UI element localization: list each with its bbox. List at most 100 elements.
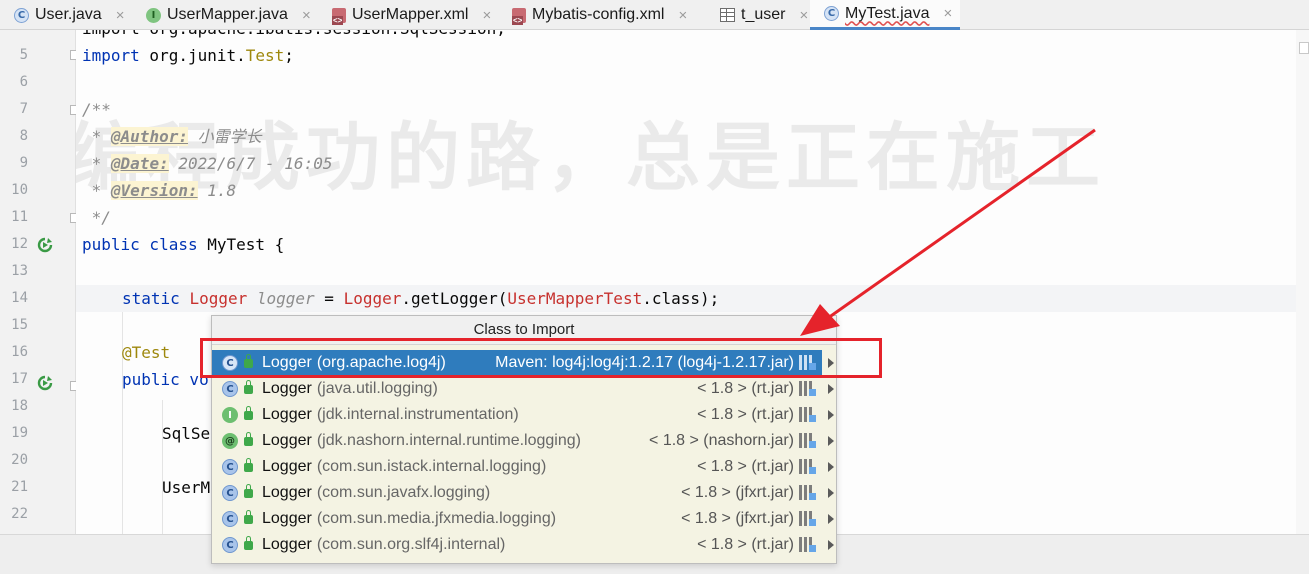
interface-icon: I [146,7,161,23]
class-name: Logger [262,432,312,449]
line-number: 11 [11,209,28,225]
tab-label: UserMapper.java [167,6,288,23]
library-location: < 1.8 > (rt.jar) [697,458,794,475]
class-name: Logger [262,406,312,423]
package-name: (jdk.nashorn.internal.runtime.logging) [316,432,581,449]
code-line: /** [82,100,111,119]
tab-mybatis-config-xml[interactable]: Mybatis-config.xml × [498,0,706,30]
line-number: 21 [11,479,28,495]
class-name: Logger [262,380,312,397]
import-option[interactable]: C Logger (com.sun.istack.internal.loggin… [212,454,822,480]
code-line: import org.junit.Test; [82,46,294,65]
chevron-right-icon[interactable] [828,462,834,472]
import-option[interactable]: I Logger (jdk.internal.instrumentation) … [212,402,822,428]
line-number: 20 [11,452,28,468]
line-number: 5 [19,47,28,63]
tab-label: Mybatis-config.xml [532,6,665,23]
line-number: 14 [11,290,28,306]
line-number: 6 [19,74,28,90]
package-name: (com.sun.org.slf4j.internal) [316,536,506,553]
run-test-icon[interactable] [37,375,53,391]
import-option[interactable]: C Logger (com.sun.org.slf4j.internal) < … [212,532,822,558]
tab-mytest-java[interactable]: C MyTest.java × [810,0,960,30]
lock-icon [244,431,253,446]
class-icon: C [222,381,238,397]
chevron-right-icon[interactable] [828,488,834,498]
library-icon [799,459,816,474]
line-number: 10 [11,182,28,198]
class-icon: C [222,511,238,527]
lock-icon [244,483,253,498]
close-icon[interactable]: × [302,7,311,24]
line-number: 19 [11,425,28,441]
editor-tab-bar: C User.java × I UserMapper.java × UserMa… [0,0,1309,30]
line-number: 7 [19,101,28,117]
library-location: < 1.8 > (jfxrt.jar) [681,484,794,501]
close-icon[interactable]: × [482,7,491,24]
tab-user-java[interactable]: C User.java × [0,0,132,30]
line-number: 18 [11,398,28,414]
line-number: 9 [19,155,28,171]
lock-icon [244,509,253,524]
run-test-icon[interactable] [37,237,53,253]
import-option[interactable]: C Logger (com.sun.media.jfxmedia.logging… [212,506,822,532]
code-line-current: static Logger logger = Logger.getLogger(… [76,285,1296,312]
library-icon [799,511,816,526]
line-number: 8 [19,128,28,144]
class-icon: C [222,537,238,553]
xml-file-icon [512,7,526,25]
chevron-right-icon[interactable] [828,436,834,446]
tab-label: UserMapper.xml [352,6,469,23]
table-icon [720,8,735,22]
chevron-right-icon[interactable] [828,410,834,420]
tab-usermapper-java[interactable]: I UserMapper.java × [132,0,318,30]
package-name: (java.util.logging) [316,380,438,397]
close-icon[interactable]: × [678,7,687,24]
annotation-icon: @ [222,433,238,449]
tab-label: t_user [741,6,786,23]
close-icon[interactable]: × [799,7,808,24]
package-name: (com.sun.media.jfxmedia.logging) [316,510,557,527]
import-option[interactable]: C Logger (com.sun.javafx.logging) < 1.8 … [212,480,822,506]
import-option[interactable]: @ Logger (jdk.nashorn.internal.runtime.l… [212,428,822,454]
chevron-right-icon[interactable] [828,540,834,550]
lock-icon [244,379,253,394]
class-icon: C [222,485,238,501]
code-line: * @Author: 小雷学长 [82,127,262,146]
line-number: 16 [11,344,28,360]
line-number: 12 [11,236,28,252]
class-name: Logger [262,510,312,527]
package-name: (jdk.internal.instrumentation) [316,406,519,423]
class-name: Logger [262,458,312,475]
close-icon[interactable]: × [943,5,952,22]
class-icon: C [222,459,238,475]
lock-icon [244,457,253,472]
tab-label: MyTest.java [845,4,930,22]
code-line: public class MyTest { [82,235,285,254]
library-location: < 1.8 > (nashorn.jar) [649,432,794,449]
library-location: < 1.8 > (rt.jar) [697,536,794,553]
library-icon [799,537,816,552]
chevron-right-icon[interactable] [828,514,834,524]
library-icon [799,381,816,396]
highlight-box-annotation [200,338,882,378]
class-name: Logger [262,536,312,553]
package-name: (com.sun.javafx.logging) [316,484,491,501]
tab-t-user[interactable]: t_user × [706,0,810,30]
lock-icon [244,535,253,550]
code-line: * @Date: 2022/6/7 - 16:05 [82,154,333,173]
xml-file-icon [332,7,346,25]
import-option[interactable]: C Logger (java.util.logging) < 1.8 > (rt… [212,376,822,402]
library-icon [799,433,816,448]
line-number: 13 [11,263,28,279]
chevron-right-icon[interactable] [828,384,834,394]
line-number: 15 [11,317,28,333]
tab-usermapper-xml[interactable]: UserMapper.xml × [318,0,498,30]
class-name: Logger [262,484,312,501]
editor-scrollbar-marker[interactable] [1299,42,1309,54]
library-location: < 1.8 > (jfxrt.jar) [681,510,794,527]
close-icon[interactable]: × [116,7,125,24]
editor-gutter: 5 6 7 8 9 10 11 12 13 14 15 16 17 18 19 … [0,30,78,534]
code-line: import org.apache.ibatis.session.SqlSess… [82,30,1296,42]
interface-icon: I [222,407,238,423]
